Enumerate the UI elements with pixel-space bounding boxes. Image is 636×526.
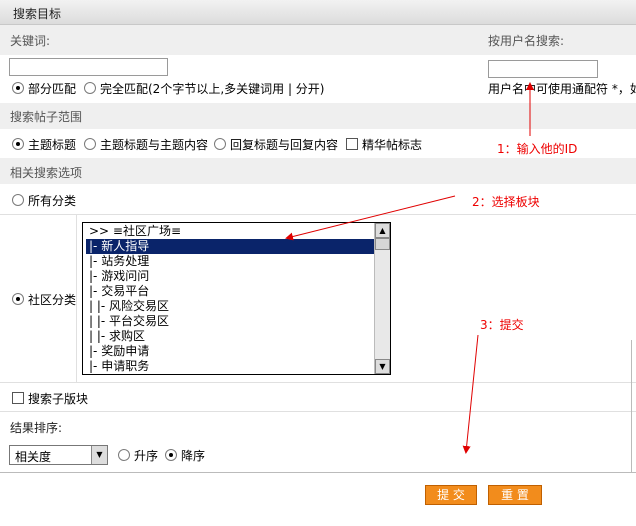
arrow-to-forum [285, 195, 456, 241]
annotation-arrows [285, 82, 534, 454]
arrow-to-submit [462, 334, 479, 454]
